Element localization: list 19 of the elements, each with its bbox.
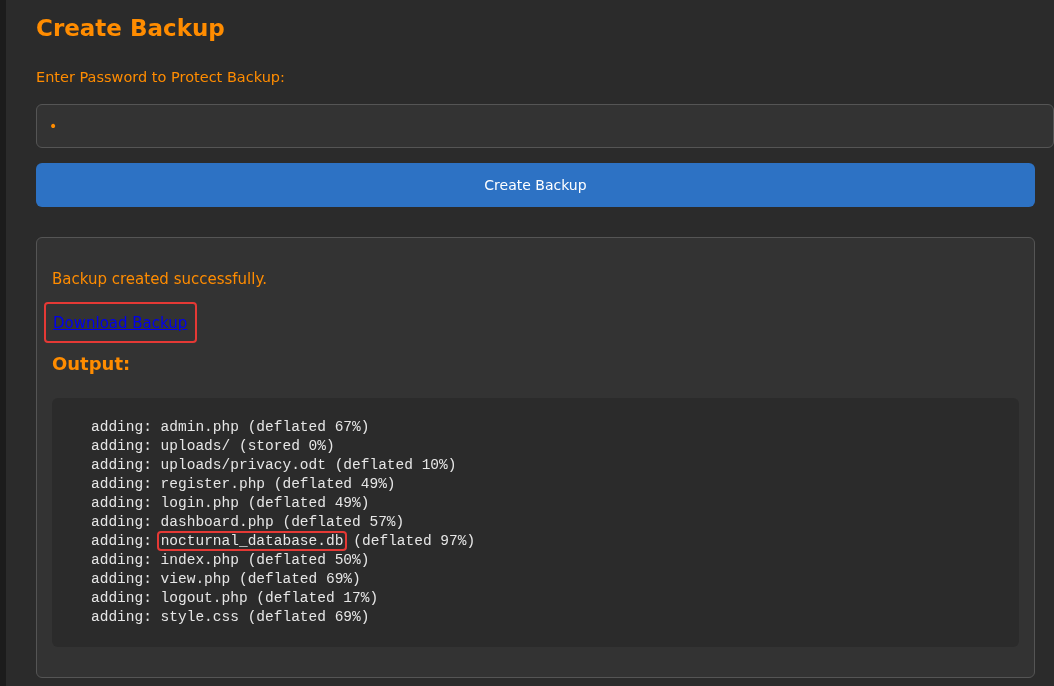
- output-line: (deflated 97%): [353, 533, 476, 549]
- output-line: adding: style.css (deflated 69%): [91, 608, 371, 627]
- output-line: adding: view.php (deflated 69%): [91, 570, 362, 589]
- output-line: adding: admin.php (deflated 67%): [91, 418, 371, 437]
- success-message: Backup created successfully.: [52, 269, 268, 289]
- output-line: adding:: [91, 533, 153, 549]
- output-line: adding: uploads/ (stored 0%): [91, 437, 336, 456]
- password-label: Enter Password to Protect Backup:: [36, 68, 286, 86]
- output-line: adding: logout.php (deflated 17%): [91, 589, 380, 608]
- output-line: adding: register.php (deflated 49%): [91, 475, 397, 494]
- output-line: adding: dashboard.php (deflated 57%): [91, 513, 406, 532]
- page-title: Create Backup: [36, 14, 226, 43]
- password-field[interactable]: •: [36, 104, 1054, 148]
- highlighted-filename: nocturnal_database.db: [156, 531, 348, 551]
- output-line: adding: index.php (deflated 50%): [91, 551, 371, 570]
- create-backup-button[interactable]: Create Backup: [36, 163, 1035, 207]
- output-heading: Output:: [52, 352, 132, 376]
- output-line: adding: uploads/privacy.odt (deflated 10%): [91, 456, 458, 475]
- output-line: adding: login.php (deflated 49%): [91, 494, 371, 513]
